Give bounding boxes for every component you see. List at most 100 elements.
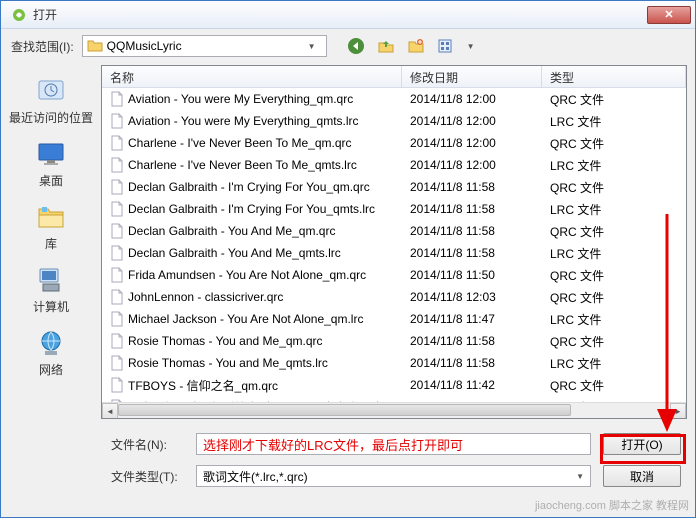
column-header-name[interactable]: 名称 <box>102 66 402 87</box>
file-rows: Aviation - You were My Everything_qm.qrc… <box>102 88 686 402</box>
file-row[interactable]: Declan Galbraith - I'm Crying For You_qm… <box>102 198 686 220</box>
file-type-cell: QRC 文件 <box>542 267 686 284</box>
chevron-down-icon: ▼ <box>308 42 322 51</box>
file-row[interactable]: Charlene - I've Never Been To Me_qm.qrc2… <box>102 132 686 154</box>
file-date-cell: 2014/11/8 11:42 <box>402 378 542 392</box>
filetype-label: 文件类型(T): <box>111 468 196 485</box>
sidebar-item-network[interactable]: 网络 <box>1 321 101 384</box>
network-icon <box>35 327 67 359</box>
file-name-cell: Declan Galbraith - You And Me_qmts.lrc <box>102 245 402 261</box>
cancel-button[interactable]: 取消 <box>603 465 681 487</box>
app-icon <box>11 7 27 23</box>
file-type-cell: QRC 文件 <box>542 91 686 108</box>
view-menu-icon[interactable] <box>437 37 455 55</box>
file-name-cell: Aviation - You were My Everything_qmts.l… <box>102 113 402 129</box>
file-date-cell: 2014/11/8 11:58 <box>402 224 542 238</box>
file-date-cell: 2014/11/8 12:00 <box>402 92 542 106</box>
open-dialog-window: 打开 ✕ 查找范围(I): QQMusicLyric ▼ ▼ 最近访问的位置 桌… <box>0 0 696 518</box>
content-area: 最近访问的位置 桌面 库 计算机 网络 名称 修改日期 <box>1 63 695 419</box>
sidebar-item-computer[interactable]: 计算机 <box>1 258 101 321</box>
bottom-panel: 文件名(N): 选择刚才下载好的LRC文件，最后点打开即可 打开(O) 文件类型… <box>1 419 695 487</box>
new-folder-icon[interactable] <box>407 37 425 55</box>
open-button[interactable]: 打开(O) <box>603 433 681 455</box>
file-name-cell: Rosie Thomas - You and Me_qmts.lrc <box>102 355 402 371</box>
file-name-cell: Charlene - I've Never Been To Me_qm.qrc <box>102 135 402 151</box>
chevron-down-icon[interactable]: ▼ <box>467 42 475 51</box>
file-type-cell: QRC 文件 <box>542 377 686 394</box>
lookin-value: QQMusicLyric <box>107 39 308 53</box>
column-headers: 名称 修改日期 类型 <box>102 66 686 88</box>
filename-hint-text: 选择刚才下载好的LRC文件，最后点打开即可 <box>203 435 463 454</box>
file-type-cell: LRC 文件 <box>542 157 686 174</box>
file-name-cell: Declan Galbraith - You And Me_qm.qrc <box>102 223 402 239</box>
sidebar-item-desktop[interactable]: 桌面 <box>1 132 101 195</box>
sidebar-item-label: 网络 <box>39 361 63 378</box>
file-date-cell: 2014/11/8 11:47 <box>402 312 542 326</box>
file-type-cell: LRC 文件 <box>542 201 686 218</box>
file-date-cell: 2014/11/8 12:00 <box>402 114 542 128</box>
watermark-text: jiaocheng.com 脚本之家 教程网 <box>535 497 689 513</box>
sidebar-item-label: 最近访问的位置 <box>9 109 93 126</box>
file-row[interactable]: TFBOYS - 信仰之名_qm.qrc2014/11/8 11:42QRC 文… <box>102 374 686 396</box>
file-name-cell: Declan Galbraith - I'm Crying For You_qm… <box>102 179 402 195</box>
titlebar: 打开 ✕ <box>1 1 695 29</box>
file-row[interactable]: JohnLennon - classicriver.qrc2014/11/8 1… <box>102 286 686 308</box>
file-date-cell: 2014/11/8 12:00 <box>402 158 542 172</box>
lookin-combo[interactable]: QQMusicLyric ▼ <box>82 35 327 57</box>
file-row[interactable]: Declan Galbraith - You And Me_qm.qrc2014… <box>102 220 686 242</box>
file-type-cell: QRC 文件 <box>542 135 686 152</box>
file-name-cell: Frida Amundsen - You Are Not Alone_qm.qr… <box>102 267 402 283</box>
file-name-cell: TFBOYS - 信仰之名_qm.qrc <box>102 377 402 394</box>
file-date-cell: 2014/11/8 11:58 <box>402 246 542 260</box>
close-icon: ✕ <box>664 8 673 21</box>
file-date-cell: 2014/11/8 11:58 <box>402 334 542 348</box>
desktop-icon <box>35 138 67 170</box>
column-header-date[interactable]: 修改日期 <box>402 66 542 87</box>
file-row[interactable]: Aviation - You were My Everything_qm.qrc… <box>102 88 686 110</box>
back-icon[interactable] <box>347 37 365 55</box>
scroll-right-icon[interactable]: ► <box>670 403 686 419</box>
filetype-value: 歌词文件(*.lrc,*.qrc) <box>203 468 308 485</box>
sidebar-item-recent[interactable]: 最近访问的位置 <box>1 69 101 132</box>
file-date-cell: 2014/11/8 12:03 <box>402 290 542 304</box>
libraries-icon <box>35 201 67 233</box>
file-row[interactable]: Declan Galbraith - I'm Crying For You_qm… <box>102 176 686 198</box>
folder-icon <box>87 38 103 54</box>
sidebar-item-label: 库 <box>45 235 57 252</box>
file-name-cell: Michael Jackson - You Are Not Alone_qm.l… <box>102 311 402 327</box>
scroll-left-icon[interactable]: ◄ <box>102 403 118 419</box>
filename-input[interactable]: 选择刚才下载好的LRC文件，最后点打开即可 <box>196 433 591 455</box>
horizontal-scrollbar[interactable]: ◄ ► <box>102 402 686 418</box>
file-date-cell: 2014/11/8 11:50 <box>402 268 542 282</box>
toolbar: 查找范围(I): QQMusicLyric ▼ ▼ <box>1 29 695 63</box>
file-list: 名称 修改日期 类型 Aviation - You were My Everyt… <box>101 65 687 419</box>
close-button[interactable]: ✕ <box>647 6 691 24</box>
window-title: 打开 <box>33 6 647 23</box>
file-type-cell: LRC 文件 <box>542 355 686 372</box>
file-date-cell: 2014/11/8 11:58 <box>402 180 542 194</box>
file-row[interactable]: Rosie Thomas - You and Me_qm.qrc2014/11/… <box>102 330 686 352</box>
file-row[interactable]: Michael Jackson - You Are Not Alone_qm.l… <box>102 308 686 330</box>
scroll-thumb[interactable] <box>118 404 571 416</box>
file-type-cell: QRC 文件 <box>542 179 686 196</box>
file-name-cell: Declan Galbraith - I'm Crying For You_qm… <box>102 201 402 217</box>
filetype-combo[interactable]: 歌词文件(*.lrc,*.qrc) ▼ <box>196 465 591 487</box>
sidebar-item-libraries[interactable]: 库 <box>1 195 101 258</box>
file-type-cell: LRC 文件 <box>542 311 686 328</box>
computer-icon <box>35 264 67 296</box>
file-row[interactable]: Rosie Thomas - You and Me_qmts.lrc2014/1… <box>102 352 686 374</box>
toolbar-icons: ▼ <box>347 37 475 55</box>
file-row[interactable]: Charlene - I've Never Been To Me_qmts.lr… <box>102 154 686 176</box>
file-type-cell: LRC 文件 <box>542 113 686 130</box>
file-name-cell: JohnLennon - classicriver.qrc <box>102 289 402 305</box>
file-row[interactable]: Frida Amundsen - You Are Not Alone_qm.qr… <box>102 264 686 286</box>
file-name-cell: Aviation - You were My Everything_qm.qrc <box>102 91 402 107</box>
up-one-level-icon[interactable] <box>377 37 395 55</box>
scroll-track[interactable] <box>118 403 670 418</box>
sidebar-item-label: 计算机 <box>33 298 69 315</box>
column-header-type[interactable]: 类型 <box>542 66 686 87</box>
file-row[interactable]: Aviation - You were My Everything_qmts.l… <box>102 110 686 132</box>
file-row[interactable]: Declan Galbraith - You And Me_qmts.lrc20… <box>102 242 686 264</box>
file-name-cell: Charlene - I've Never Been To Me_qmts.lr… <box>102 157 402 173</box>
recent-places-icon <box>35 75 67 107</box>
